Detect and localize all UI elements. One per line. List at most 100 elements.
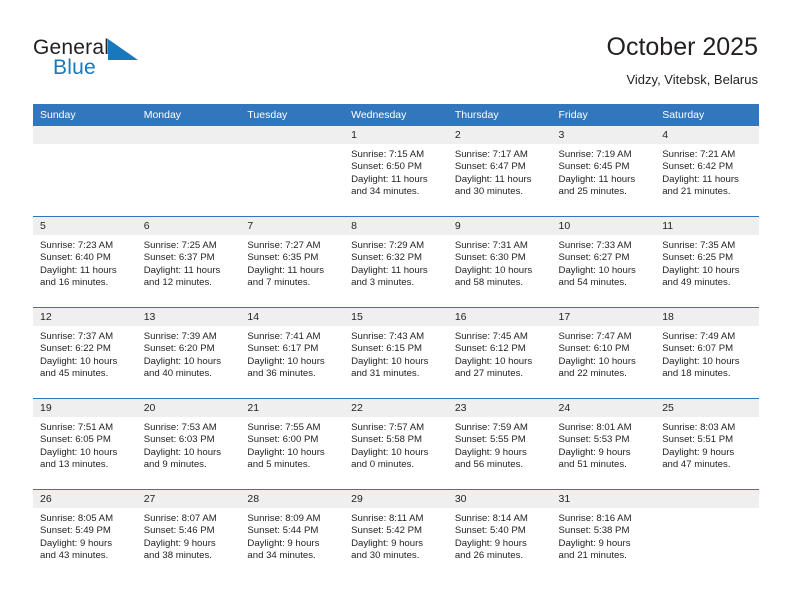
- calendar-day-cell[interactable]: 22 Sunrise: 7:57 AM Sunset: 5:58 PM Dayligh…: [344, 398, 448, 490]
- day-detail-sunset: Sunset: 5:40 PM: [454, 525, 526, 537]
- calendar-day-cell[interactable]: 23 Sunrise: 7:59 AM Sunset: 5:55 PM Dayligh…: [447, 398, 552, 490]
- day-detail-daylight2: and 34 minutes.: [351, 186, 420, 198]
- day-details: Sunrise: 8:11 AM Sunset: 5:42 PM Daylight:…: [344, 508, 448, 563]
- calendar-day-cell[interactable]: 15 Sunrise: 7:43 AM Sunset: 6:15 PM Dayligh…: [344, 307, 448, 399]
- day-detail-sunset: Sunset: 5:49 PM: [40, 525, 111, 537]
- brand-logo[interactable]: General Blue: [33, 36, 263, 92]
- day-details: Sunrise: 7:41 AM Sunset: 6:17 PM Daylight:…: [240, 326, 344, 381]
- calendar-day-cell[interactable]: 6 Sunrise: 7:25 AM Sunset: 6:37 PM Daylight…: [136, 216, 241, 308]
- day-number: 16: [447, 308, 552, 326]
- calendar-day-cell[interactable]: 25 Sunrise: 8:03 AM Sunset: 5:51 PM Dayligh…: [655, 398, 759, 490]
- calendar-day-cell[interactable]: 28 Sunrise: 8:09 AM Sunset: 5:44 PM Dayligh…: [240, 489, 345, 580]
- day-detail-daylight2: and 31 minutes.: [351, 368, 420, 380]
- day-detail-sunset: Sunset: 6:47 PM: [454, 161, 526, 173]
- weekday-header-tuesday: Tuesday: [240, 104, 345, 126]
- calendar-day-cell[interactable]: 24 Sunrise: 8:01 AM Sunset: 5:53 PM Dayligh…: [551, 398, 656, 490]
- day-details: Sunrise: 7:19 AM Sunset: 6:45 PM Daylight:…: [552, 144, 656, 199]
- calendar-day-cell[interactable]: 10 Sunrise: 7:33 AM Sunset: 6:27 PM Dayligh…: [551, 216, 656, 308]
- day-detail-sunset: Sunset: 6:37 PM: [143, 252, 215, 264]
- calendar-day-cell[interactable]: 9 Sunrise: 7:31 AM Sunset: 6:30 PM Daylight…: [447, 216, 552, 308]
- day-details: Sunrise: 8:09 AM Sunset: 5:44 PM Daylight:…: [240, 508, 344, 563]
- day-number: 11: [655, 217, 759, 235]
- day-number: 15: [344, 308, 448, 326]
- calendar-day-cell[interactable]: 11 Sunrise: 7:35 AM Sunset: 6:25 PM Dayligh…: [655, 216, 759, 308]
- calendar-day-cell[interactable]: 8 Sunrise: 7:29 AM Sunset: 6:32 PM Daylight…: [344, 216, 448, 308]
- day-detail-daylight1: Daylight: 9 hours: [558, 446, 631, 458]
- calendar-day-cell[interactable]: 20 Sunrise: 7:53 AM Sunset: 6:03 PM Dayligh…: [136, 398, 241, 490]
- calendar-day-cell[interactable]: 31 Sunrise: 8:16 AM Sunset: 5:38 PM Dayligh…: [551, 489, 656, 580]
- calendar-day-cell[interactable]: 2 Sunrise: 7:17 AM Sunset: 6:47 PM Daylight…: [447, 126, 552, 217]
- day-detail-daylight1: Daylight: 9 hours: [351, 537, 424, 549]
- day-number: 25: [655, 399, 759, 417]
- day-detail-daylight1: Daylight: 10 hours: [558, 264, 636, 276]
- day-number: 18: [655, 308, 759, 326]
- calendar-day-cell[interactable]: 29 Sunrise: 8:11 AM Sunset: 5:42 PM Dayligh…: [344, 489, 448, 580]
- day-detail-daylight2: and 9 minutes.: [143, 459, 207, 471]
- calendar-week-row: 5 Sunrise: 7:23 AM Sunset: 6:40 PM Daylight…: [33, 216, 759, 308]
- calendar-day-cell[interactable]: 18 Sunrise: 7:49 AM Sunset: 6:07 PM Dayligh…: [655, 307, 759, 399]
- weekday-header-thursday: Thursday: [447, 104, 552, 126]
- day-detail-daylight2: and 13 minutes.: [40, 459, 109, 471]
- day-details: Sunrise: 7:23 AM Sunset: 6:40 PM Daylight:…: [33, 235, 137, 290]
- calendar-week-row: 1 Sunrise: 7:15 AM Sunset: 6:50 PM Daylight…: [33, 126, 759, 217]
- weekday-header-saturday: Saturday: [655, 104, 759, 126]
- day-detail-daylight2: and 56 minutes.: [454, 459, 524, 471]
- day-detail-sunset: Sunset: 6:42 PM: [662, 161, 734, 173]
- day-number: 20: [136, 399, 241, 417]
- day-detail-daylight1: Daylight: 10 hours: [247, 355, 325, 367]
- calendar-day-cell[interactable]: 13 Sunrise: 7:39 AM Sunset: 6:20 PM Dayligh…: [136, 307, 241, 399]
- day-detail-sunrise: Sunrise: 8:03 AM: [662, 422, 736, 433]
- day-detail-sunrise: Sunrise: 7:25 AM: [143, 240, 217, 251]
- calendar-day-cell[interactable]: 4 Sunrise: 7:21 AM Sunset: 6:42 PM Daylight…: [655, 126, 759, 217]
- day-detail-daylight1: Daylight: 9 hours: [143, 537, 216, 549]
- day-detail-daylight2: and 40 minutes.: [143, 368, 212, 380]
- calendar-day-cell[interactable]: 17 Sunrise: 7:47 AM Sunset: 6:10 PM Dayligh…: [551, 307, 656, 399]
- day-detail-daylight2: and 38 minutes.: [143, 550, 212, 562]
- day-detail-sunset: Sunset: 6:03 PM: [143, 434, 215, 446]
- calendar-day-cell[interactable]: 3 Sunrise: 7:19 AM Sunset: 6:45 PM Daylight…: [551, 126, 656, 217]
- day-detail-sunrise: Sunrise: 7:47 AM: [558, 331, 632, 342]
- day-detail-sunrise: Sunrise: 8:07 AM: [143, 513, 217, 524]
- calendar-day-cell[interactable]: 5 Sunrise: 7:23 AM Sunset: 6:40 PM Daylight…: [33, 216, 137, 308]
- day-number: 31: [551, 490, 656, 508]
- day-number: 1: [344, 126, 448, 144]
- calendar-day-cell[interactable]: 16 Sunrise: 7:45 AM Sunset: 6:12 PM Dayligh…: [447, 307, 552, 399]
- calendar-day-cell[interactable]: 1 Sunrise: 7:15 AM Sunset: 6:50 PM Daylight…: [344, 126, 448, 217]
- calendar-day-cell[interactable]: 26 Sunrise: 8:05 AM Sunset: 5:49 PM Dayligh…: [33, 489, 137, 580]
- calendar-day-cell[interactable]: 12 Sunrise: 7:37 AM Sunset: 6:22 PM Dayligh…: [33, 307, 137, 399]
- day-detail-sunset: Sunset: 5:53 PM: [558, 434, 630, 446]
- day-details: Sunrise: 7:57 AM Sunset: 5:58 PM Daylight:…: [344, 417, 448, 472]
- day-details: Sunrise: 8:07 AM Sunset: 5:46 PM Daylight:…: [137, 508, 241, 563]
- calendar-day-cell[interactable]: 7 Sunrise: 7:27 AM Sunset: 6:35 PM Daylight…: [240, 216, 345, 308]
- day-detail-daylight2: and 12 minutes.: [143, 277, 212, 289]
- day-detail-sunset: Sunset: 6:17 PM: [247, 343, 319, 355]
- day-number: 3: [551, 126, 656, 144]
- weekday-header-monday: Monday: [136, 104, 241, 126]
- day-number: 4: [655, 126, 759, 144]
- calendar-day-cell[interactable]: 21 Sunrise: 7:55 AM Sunset: 6:00 PM Dayligh…: [240, 398, 345, 490]
- calendar-day-cell[interactable]: 14 Sunrise: 7:41 AM Sunset: 6:17 PM Dayligh…: [240, 307, 345, 399]
- day-detail-sunrise: Sunrise: 7:49 AM: [662, 331, 736, 342]
- day-number: [136, 126, 241, 144]
- day-details: Sunrise: 7:21 AM Sunset: 6:42 PM Daylight:…: [655, 144, 759, 199]
- day-detail-daylight1: Daylight: 11 hours: [662, 173, 739, 185]
- day-detail-daylight2: and 5 minutes.: [247, 459, 311, 471]
- day-detail-daylight1: Daylight: 10 hours: [40, 355, 118, 367]
- day-detail-daylight2: and 0 minutes.: [351, 459, 415, 471]
- calendar-day-cell[interactable]: 30 Sunrise: 8:14 AM Sunset: 5:40 PM Dayligh…: [447, 489, 552, 580]
- day-detail-sunrise: Sunrise: 7:55 AM: [247, 422, 321, 433]
- day-number: 2: [447, 126, 552, 144]
- day-detail-daylight1: Daylight: 11 hours: [558, 173, 636, 185]
- calendar-day-cell[interactable]: 27 Sunrise: 8:07 AM Sunset: 5:46 PM Dayligh…: [136, 489, 241, 580]
- page-header: General Blue October 2025 Vidzy, Vitebsk…: [0, 0, 792, 104]
- day-detail-sunrise: Sunrise: 7:39 AM: [143, 331, 217, 342]
- day-detail-sunrise: Sunrise: 7:21 AM: [662, 149, 736, 160]
- day-number: 22: [344, 399, 448, 417]
- day-detail-sunset: Sunset: 5:51 PM: [662, 434, 734, 446]
- day-details: Sunrise: 7:29 AM Sunset: 6:32 PM Daylight:…: [344, 235, 448, 290]
- calendar-day-cell[interactable]: 19 Sunrise: 7:51 AM Sunset: 6:05 PM Dayligh…: [33, 398, 137, 490]
- day-detail-daylight1: Daylight: 11 hours: [454, 173, 532, 185]
- day-detail-sunrise: Sunrise: 7:41 AM: [247, 331, 321, 342]
- day-detail-sunset: Sunset: 5:58 PM: [351, 434, 423, 446]
- day-details: Sunrise: 7:55 AM Sunset: 6:00 PM Daylight:…: [240, 417, 344, 472]
